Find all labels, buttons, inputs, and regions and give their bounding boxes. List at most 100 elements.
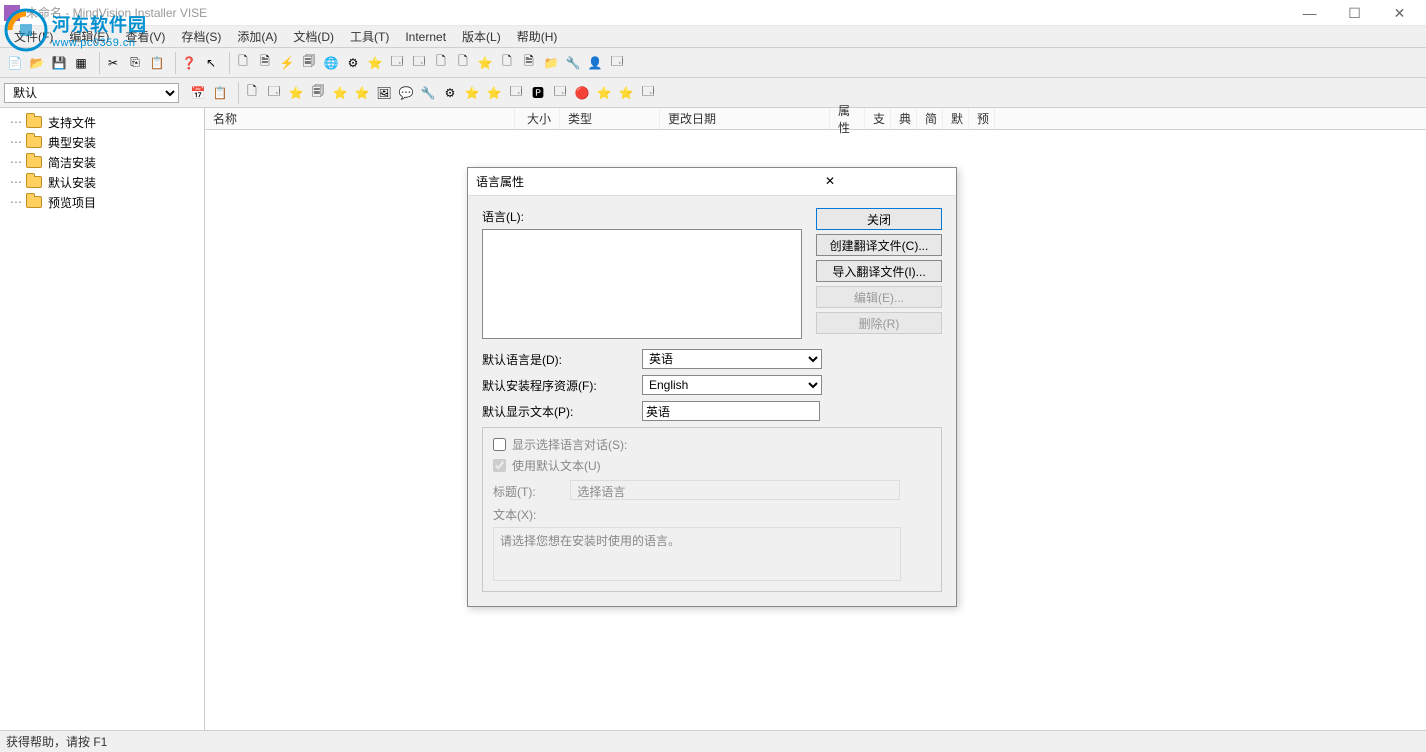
tree-item[interactable]: ⋯支持文件 [6, 112, 198, 132]
toolbar-icon[interactable]: 🗔 [387, 53, 407, 73]
toolbar-icon[interactable]: ⭐ [475, 53, 495, 73]
menu-doc[interactable]: 文档(D) [285, 26, 342, 47]
default-display-input[interactable] [642, 401, 820, 421]
copy-icon[interactable]: ⎘ [125, 53, 145, 73]
toolbar-icon[interactable]: 🗎 [255, 53, 275, 73]
default-language-select[interactable]: 英语 [642, 349, 822, 369]
open-icon[interactable]: 📂 [27, 53, 47, 73]
default-display-label: 默认显示文本(P): [482, 403, 642, 420]
language-properties-dialog: 语言属性 ✕ 语言(L): 关闭 创建翻译文件(C)... 导入翻译文件(I).… [467, 167, 957, 607]
toolbar-icon[interactable]: ⚙ [440, 83, 460, 103]
col-size[interactable]: 大小 [515, 108, 560, 129]
toolbar-icon[interactable]: ⭐ [330, 83, 350, 103]
help-icon[interactable]: ❓ [179, 53, 199, 73]
tree-item[interactable]: ⋯默认安装 [6, 172, 198, 192]
col-yu[interactable]: 预 [969, 108, 995, 129]
toolbar-icon[interactable]: 🗋 [431, 53, 451, 73]
toolbar-icon[interactable]: 🗋 [497, 53, 517, 73]
minimize-button[interactable]: — [1287, 0, 1332, 26]
menu-archive[interactable]: 存档(S) [173, 26, 229, 47]
col-type[interactable]: 类型 [560, 108, 660, 129]
toolbar-primary: 📄 📂 💾 ▦ ✂ ⎘ 📋 ❓ ↖ 🗋 🗎 ⚡ 🗐 🌐 ⚙ ⭐ 🗔 🗔 🗋 🗋 … [0, 48, 1426, 78]
show-language-dialog-checkbox[interactable] [493, 438, 506, 451]
col-modified[interactable]: 更改日期 [660, 108, 830, 129]
default-language-label: 默认语言是(D): [482, 351, 642, 368]
toolbar-icon[interactable]: ⭐ [616, 83, 636, 103]
toolbar-icon[interactable]: 🗔 [607, 53, 627, 73]
title-field-value: 选择语言 [570, 480, 900, 500]
dialog-close-icon[interactable]: ✕ [712, 172, 948, 192]
toolbar-icon[interactable]: ⚙ [343, 53, 363, 73]
toolbar-icon[interactable]: 🅿 [528, 83, 548, 103]
toolbar-icon[interactable]: 🗋 [453, 53, 473, 73]
column-headers: 名称 大小 类型 更改日期 属性 支 典 简 默 预 [205, 108, 1426, 130]
col-zhi[interactable]: 支 [865, 108, 891, 129]
toolbar-icon[interactable]: 🗋 [233, 53, 253, 73]
toolbar-icon[interactable]: 🗐 [299, 53, 319, 73]
toolbar-icon[interactable]: 🔧 [418, 83, 438, 103]
grid-icon[interactable]: ▦ [71, 53, 91, 73]
menu-add[interactable]: 添加(A) [229, 26, 285, 47]
delete-button: 删除(R) [816, 312, 942, 334]
col-jian[interactable]: 简 [917, 108, 943, 129]
menu-edit[interactable]: 编辑(E) [61, 26, 117, 47]
close-button[interactable]: ✕ [1377, 0, 1422, 26]
toolbar-icon[interactable]: 🗔 [550, 83, 570, 103]
save-icon[interactable]: 💾 [49, 53, 69, 73]
dialog-titlebar[interactable]: 语言属性 ✕ [468, 168, 956, 196]
paste-icon[interactable]: 📋 [147, 53, 167, 73]
separator [224, 52, 230, 74]
menu-internet[interactable]: Internet [397, 28, 454, 46]
cut-icon[interactable]: ✂ [103, 53, 123, 73]
col-mo[interactable]: 默 [943, 108, 969, 129]
toolbar-icon[interactable]: 📋 [210, 83, 230, 103]
toolbar-icon[interactable]: ⭐ [365, 53, 385, 73]
toolbar-icon[interactable]: 📁 [541, 53, 561, 73]
pointer-icon[interactable]: ↖ [201, 53, 221, 73]
toolbar-icon[interactable]: 👤 [585, 53, 605, 73]
toolbar-icon[interactable]: ⭐ [352, 83, 372, 103]
tree-item[interactable]: ⋯简洁安装 [6, 152, 198, 172]
toolbar-icon[interactable]: ⭐ [286, 83, 306, 103]
app-icon [4, 5, 20, 21]
menu-tool[interactable]: 工具(T) [342, 26, 397, 47]
toolbar-icon[interactable]: 🌐 [321, 53, 341, 73]
toolbar-icon[interactable]: 💬 [396, 83, 416, 103]
separator [94, 52, 100, 74]
language-listbox[interactable] [482, 229, 802, 339]
menu-view[interactable]: 查看(V) [117, 26, 173, 47]
toolbar-icon[interactable]: 🔴 [572, 83, 592, 103]
close-button[interactable]: 关闭 [816, 208, 942, 230]
toolbar-icon[interactable]: 📅 [188, 83, 208, 103]
create-translation-button[interactable]: 创建翻译文件(C)... [816, 234, 942, 256]
toolbar-icon[interactable]: 🗔 [409, 53, 429, 73]
toolbar-icon[interactable]: 🖼 [374, 83, 394, 103]
maximize-button[interactable]: ☐ [1332, 0, 1377, 26]
new-icon[interactable]: 📄 [5, 53, 25, 73]
col-name[interactable]: 名称 [205, 108, 515, 129]
menu-help[interactable]: 帮助(H) [509, 26, 566, 47]
toolbar-icon[interactable]: ⭐ [594, 83, 614, 103]
col-dian[interactable]: 典 [891, 108, 917, 129]
toolbar-icon[interactable]: 🗋 [242, 83, 262, 103]
menu-version[interactable]: 版本(L) [454, 26, 509, 47]
menu-file[interactable]: 文件(F) [6, 26, 61, 47]
tree-item[interactable]: ⋯典型安装 [6, 132, 198, 152]
col-attr[interactable]: 属性 [830, 108, 865, 129]
import-translation-button[interactable]: 导入翻译文件(I)... [816, 260, 942, 282]
show-language-dialog-label: 显示选择语言对话(S): [512, 436, 627, 453]
text-field-label: 文本(X): [493, 506, 567, 523]
toolbar-icon[interactable]: 🗔 [264, 83, 284, 103]
toolbar-icon[interactable]: 🗔 [638, 83, 658, 103]
toolbar-icon[interactable]: ⭐ [462, 83, 482, 103]
toolbar-icon[interactable]: 🗎 [519, 53, 539, 73]
toolbar-icon[interactable]: 🗐 [308, 83, 328, 103]
filter-select[interactable]: 默认 [4, 83, 179, 103]
tree-item[interactable]: ⋯预览项目 [6, 192, 198, 212]
toolbar-icon[interactable]: 🔧 [563, 53, 583, 73]
tree-label: 默认安装 [48, 174, 96, 191]
toolbar-icon[interactable]: ⭐ [484, 83, 504, 103]
toolbar-icon[interactable]: ⚡ [277, 53, 297, 73]
toolbar-icon[interactable]: 🗔 [506, 83, 526, 103]
default-resource-select[interactable]: English [642, 375, 822, 395]
